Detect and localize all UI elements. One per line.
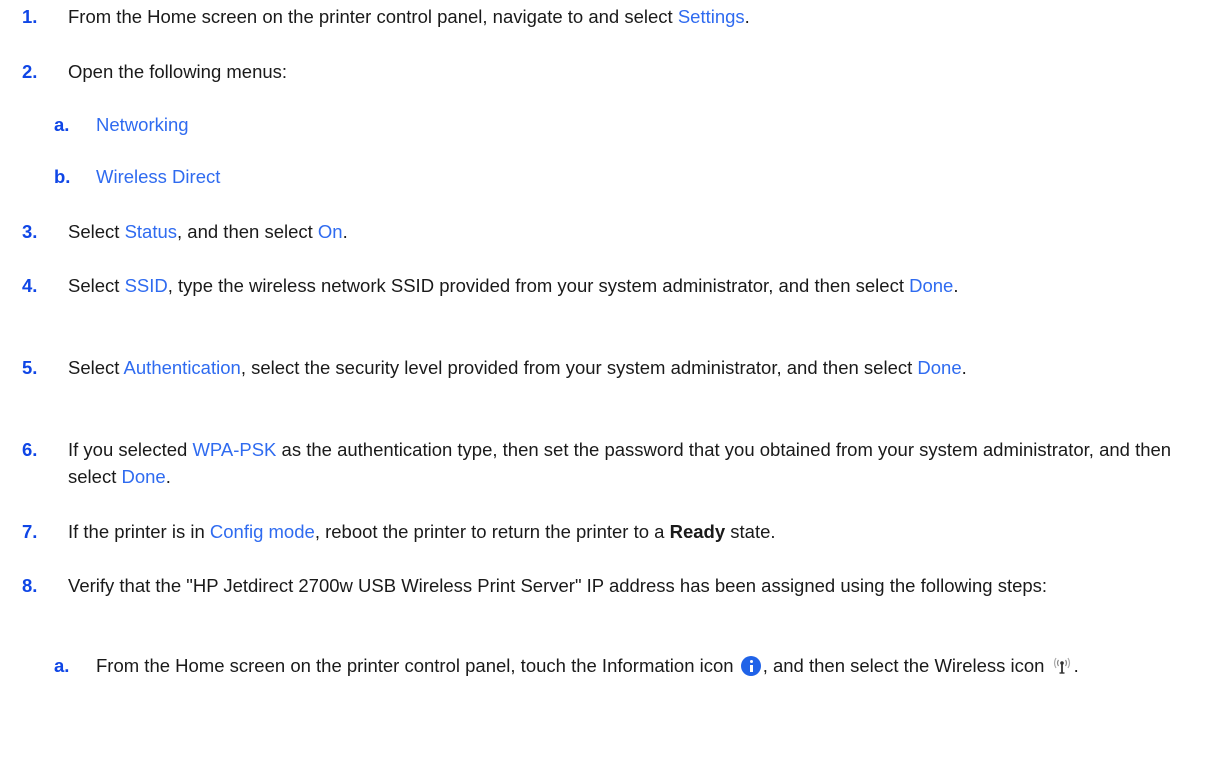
step-2: 2. Open the following menus: <box>22 58 1183 85</box>
step-number: 7. <box>22 521 38 542</box>
information-icon <box>740 656 761 676</box>
step-text: . <box>342 221 348 242</box>
step-7: 7. If the printer is in Config mode, reb… <box>22 518 1183 545</box>
wireless-icon <box>1053 657 1070 674</box>
done-link[interactable]: Done <box>909 275 953 296</box>
on-link[interactable]: On <box>318 221 343 242</box>
networking-link[interactable]: Networking <box>96 114 189 135</box>
step-1: 1. From the Home screen on the printer c… <box>22 3 1183 30</box>
done-link[interactable]: Done <box>917 357 961 378</box>
step-number: 8. <box>22 575 38 596</box>
status-link[interactable]: Status <box>125 221 177 242</box>
step-5: 5. Select Authentication, select the sec… <box>22 354 1183 381</box>
step-text: Select <box>68 357 124 378</box>
step-text: From the Home screen on the printer cont… <box>68 6 678 27</box>
step-text: Select <box>68 221 125 242</box>
step-text: state. <box>725 521 776 542</box>
step-6: 6. If you selected WPA-PSK as the authen… <box>22 436 1183 490</box>
settings-link[interactable]: Settings <box>678 6 745 27</box>
substep-2a: a. Networking <box>54 111 1183 138</box>
substep-letter: a. <box>54 114 70 135</box>
step-text: , select the security level provided fro… <box>240 357 918 378</box>
ssid-link[interactable]: SSID <box>125 275 168 296</box>
step-number: 1. <box>22 6 38 27</box>
step-3: 3. Select Status, and then select On. <box>22 218 1183 245</box>
step-text: . <box>1073 655 1079 676</box>
step-text: If the printer is in <box>68 521 210 542</box>
step-4: 4. Select SSID, type the wireless networ… <box>22 272 1183 299</box>
wireless-direct-link[interactable]: Wireless Direct <box>96 166 220 187</box>
step-text: Open the following menus: <box>68 61 288 82</box>
authentication-link[interactable]: Authentication <box>124 357 241 378</box>
step-text: , and then select <box>177 221 318 242</box>
step-number: 3. <box>22 221 38 242</box>
substep-letter: a. <box>54 655 70 676</box>
done-link[interactable]: Done <box>121 466 165 487</box>
step-text: Verify that the "HP Jetdirect 2700w USB … <box>68 575 1048 596</box>
wpa-psk-link[interactable]: WPA-PSK <box>192 439 276 460</box>
step-text: , reboot the printer to return the print… <box>314 521 670 542</box>
step-text: . <box>953 275 959 296</box>
step-text: From the Home screen on the printer cont… <box>96 655 734 676</box>
step-number: 5. <box>22 357 38 378</box>
step-number: 2. <box>22 61 38 82</box>
step-text: . <box>961 357 967 378</box>
substep-letter: b. <box>54 166 71 187</box>
step-text: , type the wireless network SSID provide… <box>167 275 910 296</box>
substep-2b: b. Wireless Direct <box>54 163 1183 190</box>
instruction-page: 1. From the Home screen on the printer c… <box>0 0 1223 757</box>
step-number: 6. <box>22 439 38 460</box>
step-8: 8. Verify that the "HP Jetdirect 2700w U… <box>22 572 1183 599</box>
step-text: . <box>744 6 750 27</box>
config-mode-link[interactable]: Config mode <box>210 521 315 542</box>
ready-state-text: Ready <box>669 521 726 542</box>
step-number: 4. <box>22 275 38 296</box>
step-text: . <box>165 466 171 487</box>
step-text: , and then select the Wireless icon <box>762 655 1045 676</box>
step-text: Select <box>68 275 125 296</box>
substep-8a: a. From the Home screen on the printer c… <box>54 652 1183 679</box>
step-text: If you selected <box>68 439 193 460</box>
